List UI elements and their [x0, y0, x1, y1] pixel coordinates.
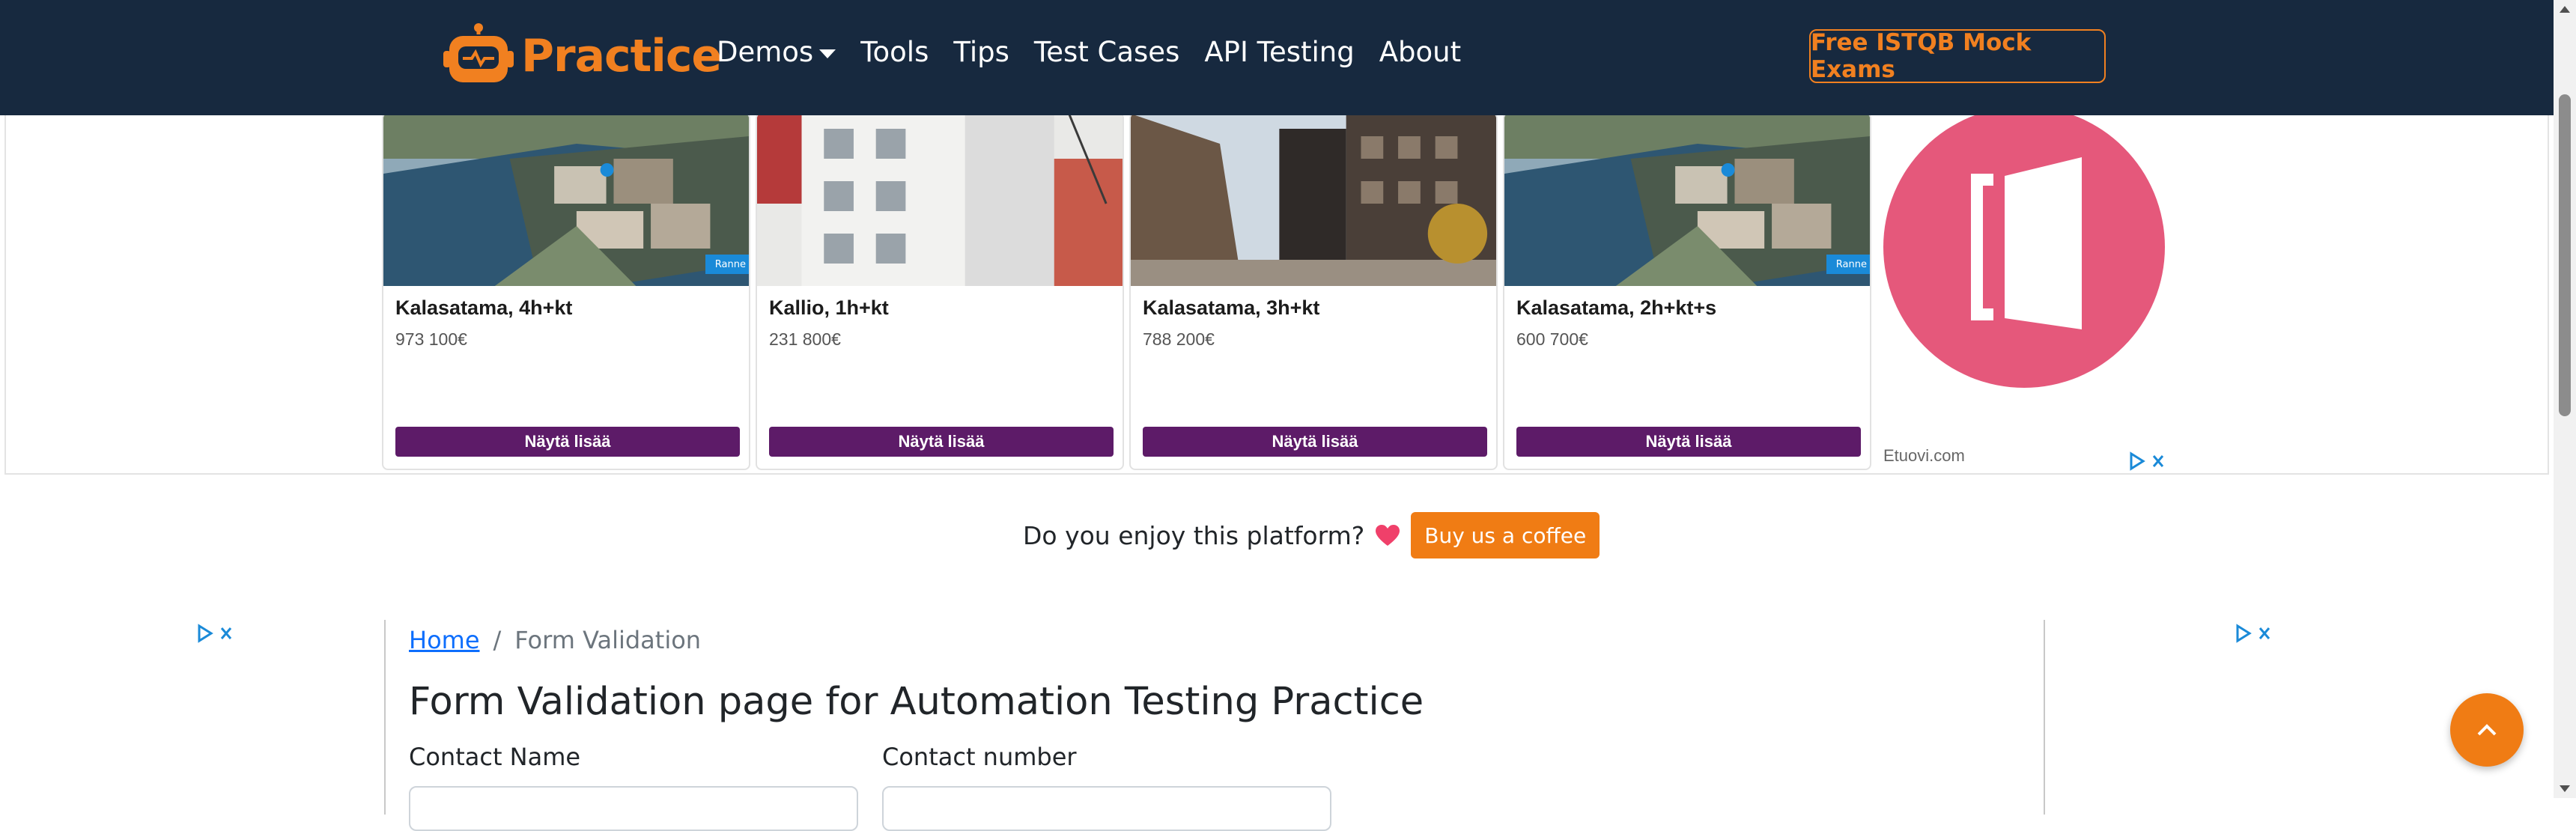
buy-coffee-button[interactable]: Buy us a coffee	[1411, 512, 1600, 558]
enjoy-text: Do you enjoy this platform?	[1023, 520, 1365, 550]
listing-title: Kalasatama, 4h+kt	[395, 296, 573, 319]
listing-title: Kalasatama, 3h+kt	[1143, 296, 1320, 319]
listing-photo	[1131, 114, 1496, 286]
adchoices-icon[interactable]	[2235, 623, 2276, 644]
listing-photo	[757, 114, 1123, 286]
listing-card[interactable]: Ranne Kalasatama, 4h+kt 973 100€ Näytä l…	[382, 112, 750, 470]
listing-title: Kalasatama, 2h+kt+s	[1516, 296, 1717, 319]
nav-menu: Demos Tools Tips Test Cases API Testing …	[717, 36, 1486, 68]
robot-logo-icon	[443, 23, 514, 82]
contact-number-label: Contact number	[882, 743, 1077, 771]
top-navbar: Practice Demos Tools Tips Test Cases API…	[0, 0, 2576, 115]
listing-card[interactable]: Kallio, 1h+kt 231 800€ Näytä lisää	[756, 112, 1124, 470]
nav-test-cases[interactable]: Test Cases	[1034, 36, 1179, 68]
nav-tools[interactable]: Tools	[860, 36, 929, 68]
show-more-button[interactable]: Näytä lisää	[395, 427, 740, 457]
show-more-button[interactable]: Näytä lisää	[769, 427, 1114, 457]
listing-title: Kallio, 1h+kt	[769, 296, 889, 319]
listing-price: 231 800€	[769, 329, 841, 349]
heart-icon	[1376, 525, 1400, 546]
ranne-badge: Ranne	[1826, 255, 1870, 274]
nav-demos-label: Demos	[717, 36, 814, 68]
back-to-top-button[interactable]	[2450, 693, 2524, 767]
nav-tips[interactable]: Tips	[953, 36, 1009, 68]
listing-photo	[1504, 114, 1870, 286]
page-title: Form Validation page for Automation Test…	[409, 680, 1424, 724]
show-more-button[interactable]: Näytä lisää	[1516, 427, 1861, 457]
istqb-mock-exams-button[interactable]: Free ISTQB Mock Exams	[1809, 29, 2106, 83]
listing-photo	[383, 114, 749, 286]
breadcrumb: Home / Form Validation	[409, 626, 701, 654]
chevron-up-icon	[2477, 724, 2497, 736]
scrollbar-thumb[interactable]	[2559, 94, 2571, 416]
listing-price: 788 200€	[1143, 329, 1215, 349]
contact-name-input[interactable]	[409, 786, 858, 831]
breadcrumb-current: Form Validation	[514, 626, 702, 654]
listing-price: 973 100€	[395, 329, 467, 349]
listing-price: 600 700€	[1516, 329, 1588, 349]
scroll-down-arrow-icon[interactable]	[2560, 785, 2570, 792]
adchoices-icon[interactable]	[2128, 451, 2170, 472]
page-scrollbar[interactable]	[2554, 0, 2576, 798]
ranne-badge: Ranne	[705, 255, 749, 274]
nav-api-testing[interactable]: API Testing	[1204, 36, 1354, 68]
listing-card[interactable]: Ranne Kalasatama, 2h+kt+s 600 700€ Näytä…	[1503, 112, 1871, 470]
adchoices-icon[interactable]	[196, 623, 238, 644]
brand-logo-link[interactable]: Practice	[442, 22, 722, 90]
nav-demos-dropdown[interactable]: Demos	[717, 36, 836, 68]
breadcrumb-separator: /	[493, 626, 502, 654]
caret-down-icon	[819, 49, 836, 58]
support-banner: Do you enjoy this platform? Buy us a cof…	[1023, 512, 1600, 558]
scroll-up-arrow-icon[interactable]	[2560, 6, 2570, 13]
nav-about[interactable]: About	[1379, 36, 1461, 68]
breadcrumb-home-link[interactable]: Home	[409, 626, 480, 654]
contact-number-input[interactable]	[882, 786, 1331, 831]
advertiser-label[interactable]: Etuovi.com	[1883, 446, 1965, 466]
show-more-button[interactable]: Näytä lisää	[1143, 427, 1487, 457]
etuovi-door-logo-icon[interactable]	[1881, 105, 2167, 389]
contact-name-label: Contact Name	[409, 743, 581, 771]
listing-card[interactable]: Kalasatama, 3h+kt 788 200€ Näytä lisää	[1129, 112, 1498, 470]
brand-name: Practice	[521, 30, 722, 82]
